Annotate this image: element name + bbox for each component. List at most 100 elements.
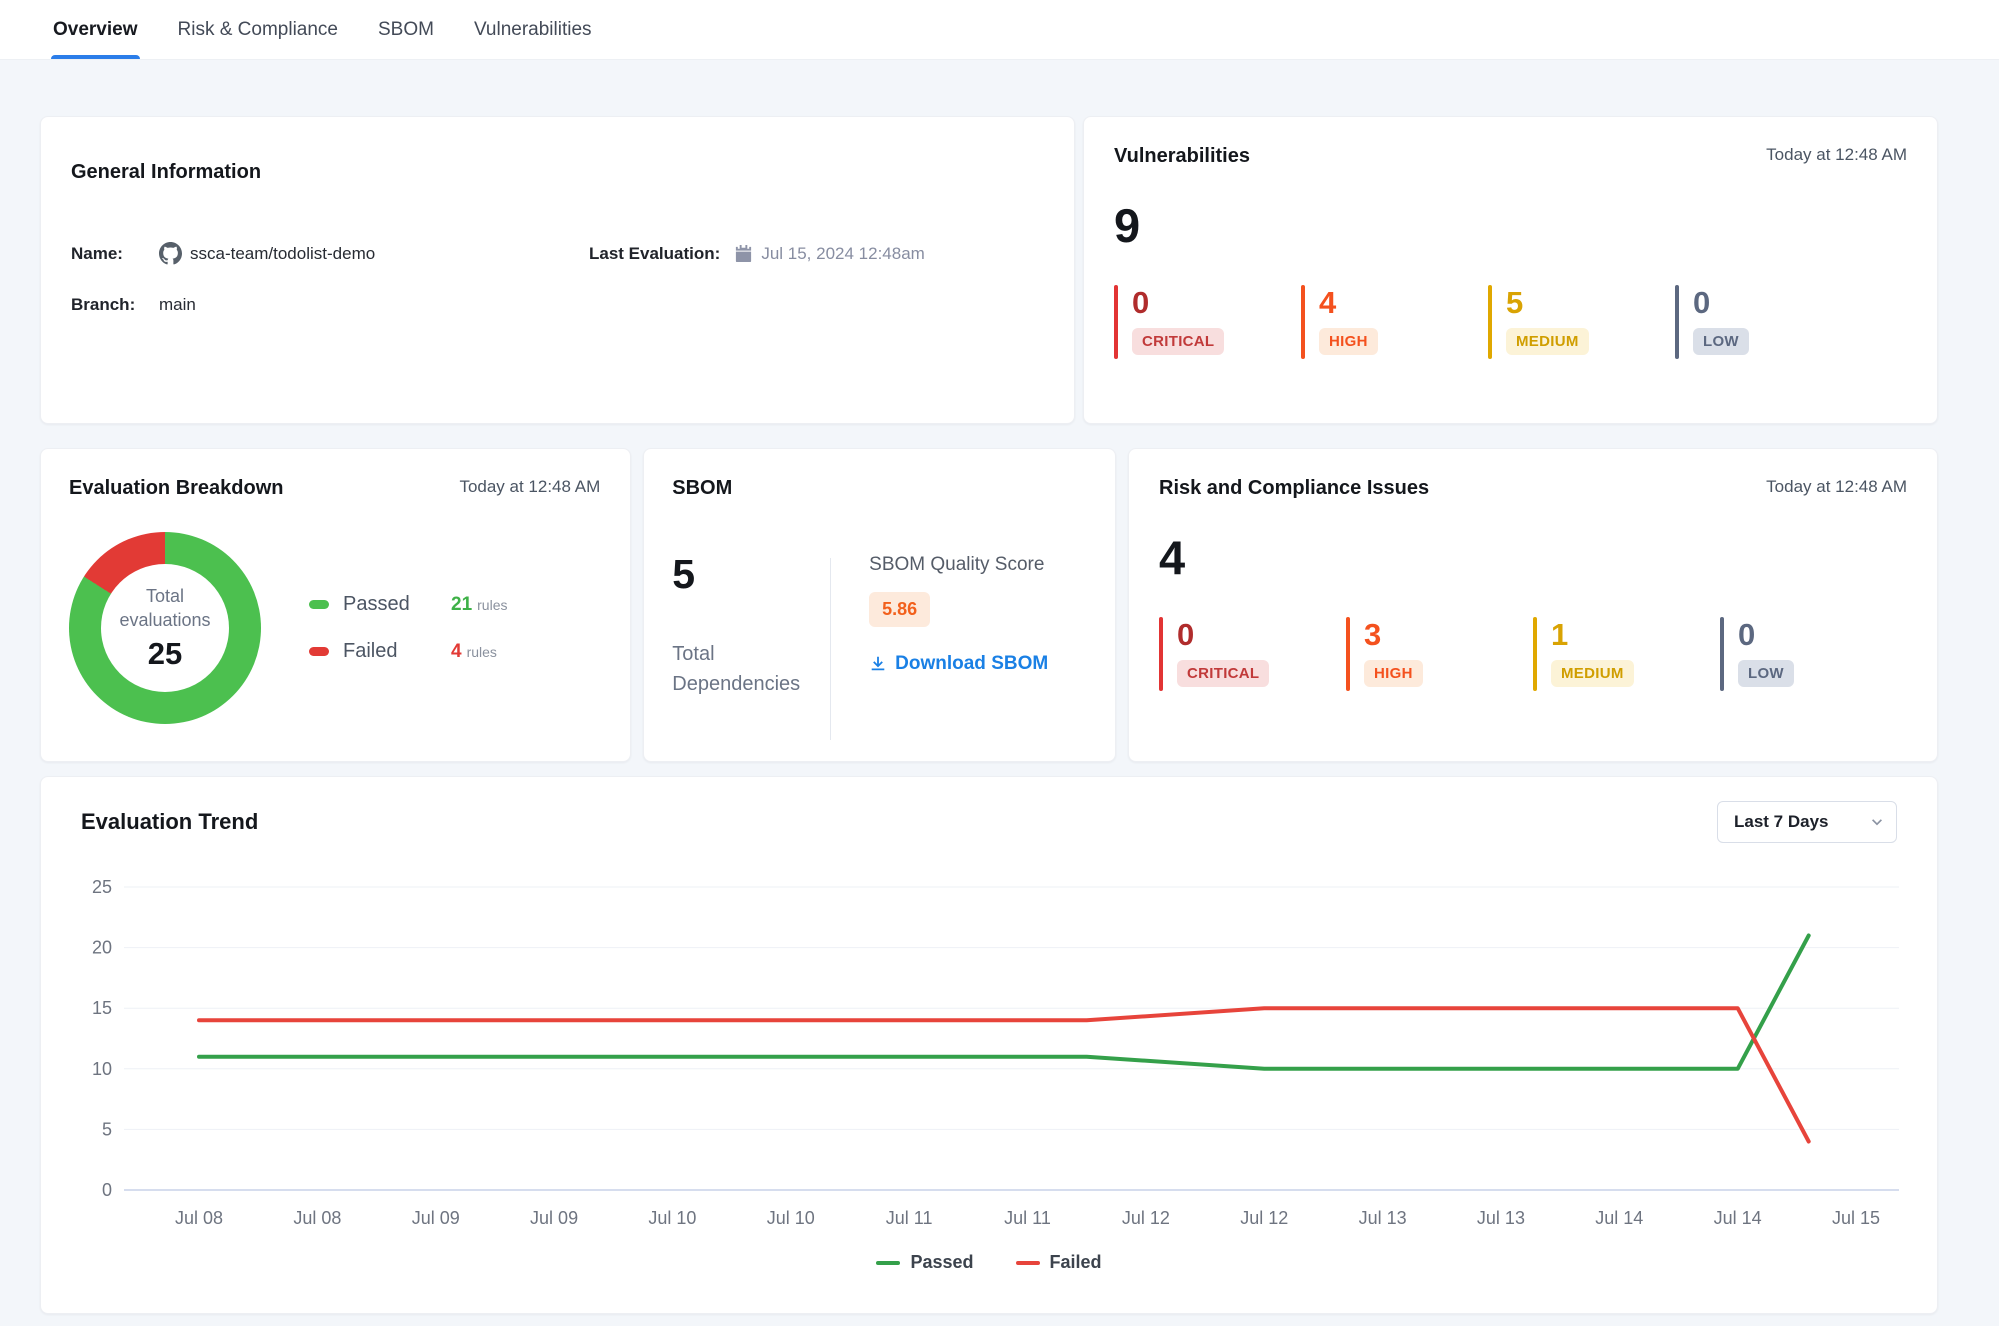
github-icon (159, 242, 182, 265)
vulnerabilities-timestamp: Today at 12:48 AM (1766, 145, 1907, 165)
svg-text:20: 20 (92, 938, 112, 958)
svg-text:Jul 09: Jul 09 (412, 1208, 460, 1228)
high-badge: HIGH (1364, 660, 1423, 687)
critical-badge: CRITICAL (1177, 660, 1269, 687)
donut-label-line2: evaluations (119, 608, 210, 632)
branch-value: main (159, 295, 196, 315)
tab-risk-compliance[interactable]: Risk & Compliance (176, 0, 341, 59)
tab-bar: Overview Risk & Compliance SBOM Vulnerab… (0, 0, 1999, 60)
critical-count: 0 (1177, 619, 1269, 650)
evaluations-donut-chart: Total evaluations 25 (69, 532, 261, 724)
medium-badge: MEDIUM (1551, 660, 1634, 687)
total-dependencies-count: 5 (672, 554, 800, 595)
risk-compliance-title: Risk and Compliance Issues (1159, 477, 1429, 500)
medium-count: 5 (1506, 287, 1589, 318)
evaluation-breakdown-card: Evaluation Breakdown Today at 12:48 AM T… (40, 448, 631, 762)
passed-line-label: Passed (910, 1252, 973, 1273)
svg-text:Jul 14: Jul 14 (1595, 1208, 1643, 1228)
critical-bar (1159, 617, 1163, 691)
medium-bar (1488, 285, 1492, 359)
tab-overview[interactable]: Overview (51, 0, 140, 59)
general-information-card: General Information Name: ssca-team/todo… (40, 116, 1075, 424)
page-content: General Information Name: ssca-team/todo… (0, 60, 1999, 1314)
low-count: 0 (1738, 619, 1794, 650)
last-evaluation-value: Jul 15, 2024 12:48am (761, 244, 925, 264)
svg-text:Jul 12: Jul 12 (1240, 1208, 1288, 1228)
high-badge: HIGH (1319, 328, 1378, 355)
failed-swatch (309, 647, 329, 656)
low-badge: LOW (1693, 328, 1749, 355)
svg-text:Jul 14: Jul 14 (1714, 1208, 1762, 1228)
severity-critical: 0 CRITICAL (1159, 617, 1346, 691)
evaluation-breakdown-timestamp: Today at 12:48 AM (459, 477, 600, 497)
medium-count: 1 (1551, 619, 1634, 650)
svg-text:Jul 09: Jul 09 (530, 1208, 578, 1228)
calendar-icon (734, 244, 753, 263)
severity-critical: 0 CRITICAL (1114, 285, 1301, 359)
sbom-divider (830, 558, 831, 740)
risk-compliance-card: Risk and Compliance Issues Today at 12:4… (1128, 448, 1938, 762)
high-bar (1346, 617, 1350, 691)
failed-count: 4 (451, 641, 462, 663)
low-bar (1675, 285, 1679, 359)
tab-vulnerabilities[interactable]: Vulnerabilities (472, 0, 594, 59)
risk-compliance-total: 4 (1159, 534, 1907, 581)
sbom-title: SBOM (672, 477, 1087, 500)
svg-text:Jul 13: Jul 13 (1359, 1208, 1407, 1228)
severity-low: 0 LOW (1720, 617, 1907, 691)
high-count: 3 (1364, 619, 1423, 650)
download-sbom-link[interactable]: Download SBOM (869, 653, 1048, 675)
critical-count: 0 (1132, 287, 1224, 318)
svg-text:Jul 10: Jul 10 (648, 1208, 696, 1228)
svg-text:Jul 11: Jul 11 (1004, 1208, 1051, 1228)
download-icon (869, 655, 887, 673)
evaluation-trend-card: Evaluation Trend Last 7 Days 0510152025J… (40, 776, 1938, 1314)
failed-line-label: Failed (1050, 1252, 1102, 1273)
legend-item-failed: Failed 4 rules (309, 640, 600, 663)
download-sbom-label: Download SBOM (895, 653, 1048, 675)
sbom-quality-score-value: 5.86 (869, 592, 930, 627)
branch-label: Branch: (71, 295, 159, 315)
svg-text:Jul 08: Jul 08 (293, 1208, 341, 1228)
svg-text:Jul 10: Jul 10 (767, 1208, 815, 1228)
failed-unit: rules (467, 644, 497, 660)
vulnerabilities-title: Vulnerabilities (1114, 145, 1250, 168)
last-evaluation-label: Last Evaluation: (589, 244, 720, 264)
svg-text:0: 0 (102, 1180, 112, 1200)
critical-bar (1114, 285, 1118, 359)
high-bar (1301, 285, 1305, 359)
low-bar (1720, 617, 1724, 691)
chevron-down-icon (1870, 815, 1884, 829)
trend-legend-failed[interactable]: Failed (1016, 1252, 1102, 1273)
failed-label: Failed (343, 640, 451, 663)
total-dependencies-label-line2: Dependencies (672, 669, 800, 699)
name-label: Name: (71, 244, 159, 264)
legend-item-passed: Passed 21 rules (309, 593, 600, 616)
failed-line-swatch (1016, 1261, 1040, 1265)
trend-legend: Passed Failed (81, 1252, 1897, 1273)
date-range-select[interactable]: Last 7 Days (1717, 801, 1897, 843)
severity-high: 3 HIGH (1346, 617, 1533, 691)
passed-count: 21 (451, 594, 472, 616)
evaluation-breakdown-title: Evaluation Breakdown (69, 477, 284, 500)
repo-name-value: ssca-team/todolist-demo (190, 244, 375, 264)
svg-text:Jul 13: Jul 13 (1477, 1208, 1525, 1228)
critical-badge: CRITICAL (1132, 328, 1224, 355)
severity-medium: 1 MEDIUM (1533, 617, 1720, 691)
svg-text:Jul 12: Jul 12 (1122, 1208, 1170, 1228)
severity-low: 0 LOW (1675, 285, 1862, 359)
svg-text:Jul 11: Jul 11 (886, 1208, 933, 1228)
severity-high: 4 HIGH (1301, 285, 1488, 359)
svg-text:10: 10 (92, 1059, 112, 1079)
svg-text:15: 15 (92, 998, 112, 1018)
svg-text:25: 25 (92, 877, 112, 897)
medium-badge: MEDIUM (1506, 328, 1589, 355)
passed-swatch (309, 600, 329, 609)
donut-label-line1: Total (119, 584, 210, 608)
svg-text:Jul 08: Jul 08 (175, 1208, 223, 1228)
tab-sbom[interactable]: SBOM (376, 0, 436, 59)
passed-label: Passed (343, 593, 451, 616)
low-badge: LOW (1738, 660, 1794, 687)
medium-bar (1533, 617, 1537, 691)
trend-legend-passed[interactable]: Passed (876, 1252, 973, 1273)
